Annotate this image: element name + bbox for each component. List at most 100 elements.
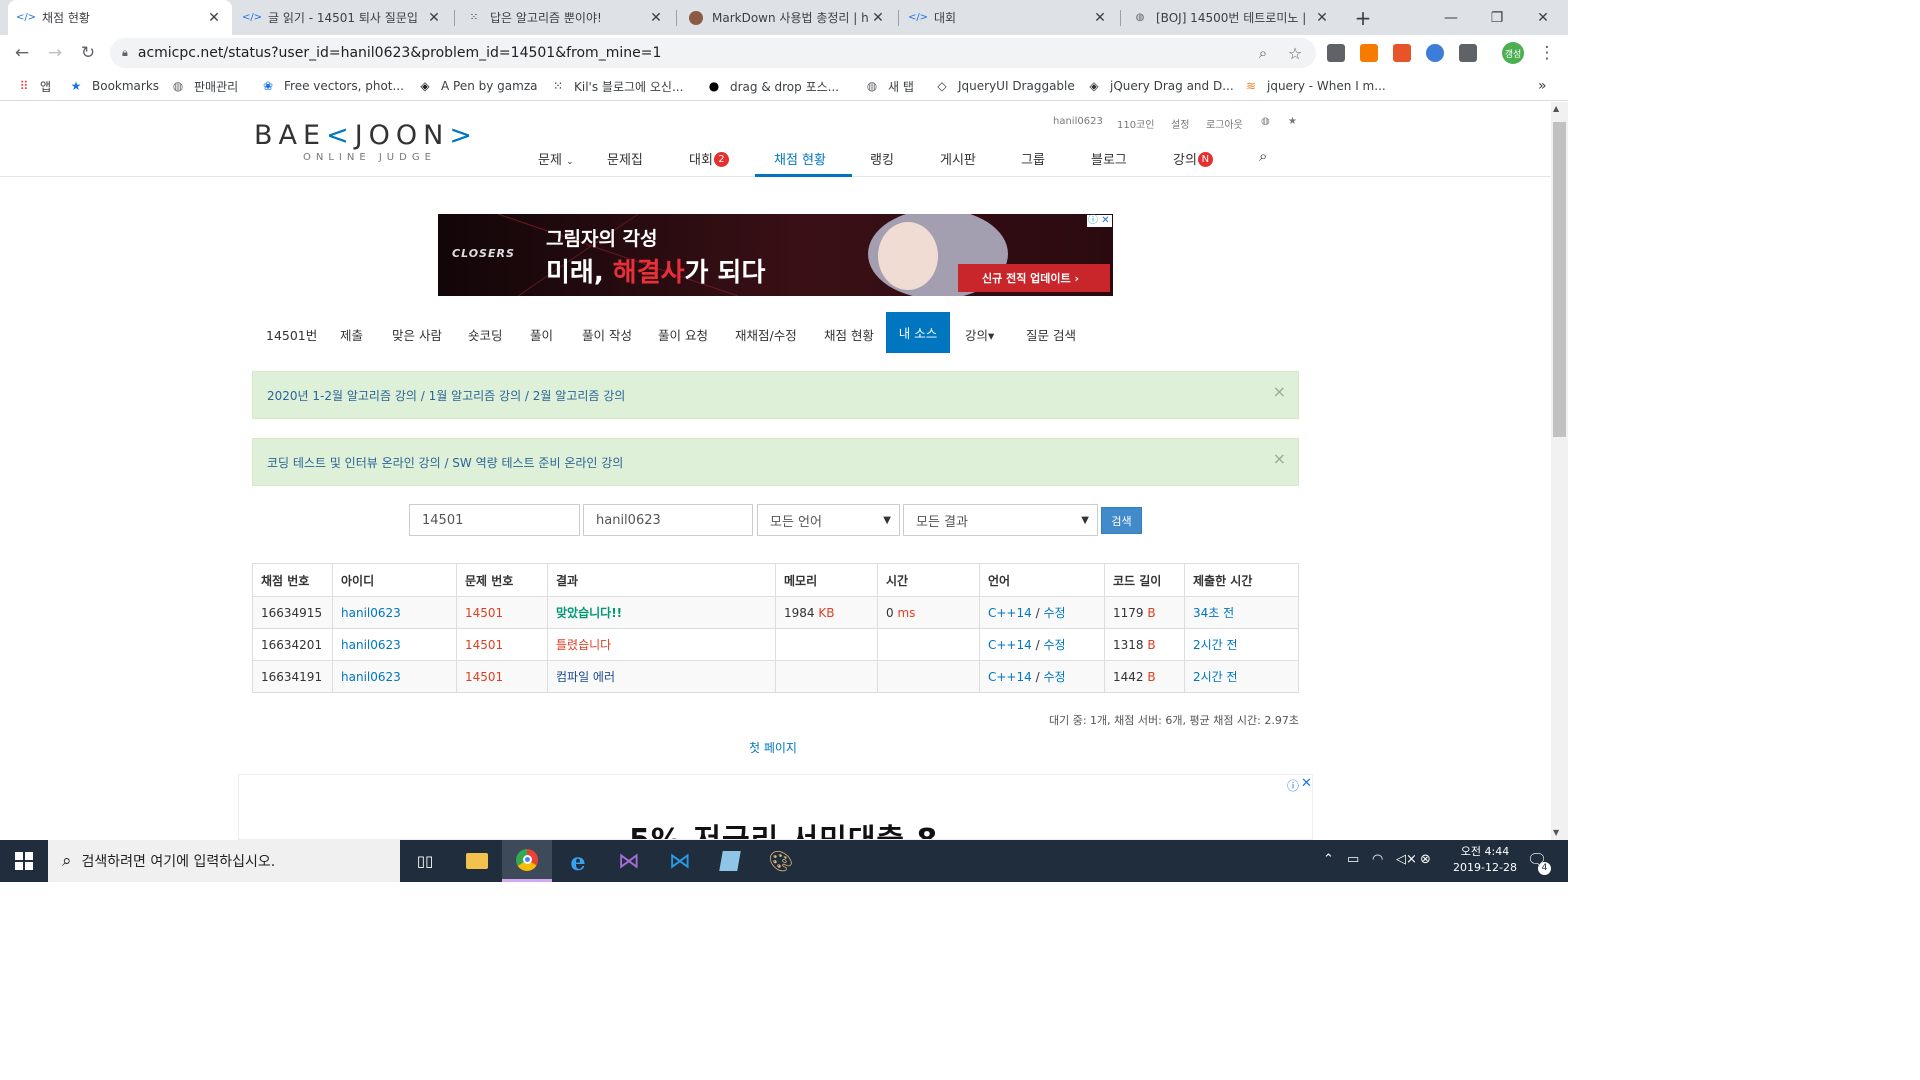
bookmark-dragdrop[interactable]: ● drag & drop 포스... — [706, 77, 839, 95]
logout-link[interactable]: 로그아웃 — [1206, 116, 1243, 131]
ime-icon[interactable]: ⊗ — [1420, 852, 1431, 867]
bookmark-jqueryui[interactable]: ◇ JqueryUI Draggable — [934, 77, 1074, 95]
edit-link[interactable]: 수정 — [1043, 606, 1065, 620]
menu-contest[interactable]: 대회 2 — [689, 149, 729, 168]
menu-problems[interactable]: 문제 ⌄ — [538, 149, 574, 168]
tab-question[interactable]: </> 글 읽기 - 14501 퇴사 질문입 ✕ — [234, 0, 452, 35]
ad-close-icon[interactable]: ✕ — [1099, 215, 1112, 227]
scrollbar-thumb[interactable] — [1553, 122, 1566, 437]
language-select[interactable]: 모든 언어 ▼ — [757, 504, 900, 536]
ad-close-icon[interactable]: ✕ — [1301, 776, 1312, 791]
bookmark-star-icon[interactable]: ☆ — [1283, 41, 1307, 65]
bookmark-freepik[interactable]: ❀ Free vectors, phot... — [260, 77, 404, 95]
subnav-write-solution[interactable]: 풀이 작성 — [582, 325, 632, 344]
alert-link[interactable]: 코딩 테스트 및 인터뷰 온라인 강의 / SW 역량 테스트 준비 온라인 강… — [267, 454, 623, 471]
menu-lecture[interactable]: 강의 N — [1173, 149, 1213, 168]
forward-icon[interactable]: → — [43, 41, 67, 65]
tray-chevron-icon[interactable]: ⌃ — [1323, 852, 1334, 867]
adchoices-icon[interactable]: ⓘ — [1287, 777, 1299, 794]
language-link[interactable]: C++14 — [988, 638, 1032, 652]
user-link[interactable]: hanil0623 — [341, 670, 401, 684]
edit-link[interactable]: 수정 — [1043, 670, 1065, 684]
scroll-down-icon[interactable]: ▼ — [1553, 828, 1559, 837]
task-view-icon[interactable]: ▯▯ — [400, 840, 450, 882]
menu-ranking[interactable]: 랭킹 — [870, 149, 894, 168]
first-page-link[interactable]: 첫 페이지 — [749, 739, 797, 756]
submitted-time-link[interactable]: 2시간 전 — [1193, 638, 1238, 652]
wifi-icon[interactable]: ◠ — [1372, 852, 1383, 867]
reload-icon[interactable]: ↻ — [76, 41, 100, 65]
tab-tetromino[interactable]: ◍ [BOJ] 14500번 테트로미노 | ✕ — [1122, 0, 1340, 35]
subnav-my-source[interactable]: 내 소스 — [886, 312, 950, 353]
bookmark-kil[interactable]: ⁙ Kil's 블로그에 오신... — [550, 77, 683, 95]
bookmark-apps[interactable]: ⠿ 앱 — [16, 77, 51, 95]
submitted-time-link[interactable]: 2시간 전 — [1193, 670, 1238, 684]
close-icon[interactable]: ✕ — [870, 10, 886, 26]
tab-algorithm[interactable]: ⁙ 답은 알고리즘 뿐이야! ✕ — [456, 0, 674, 35]
zoom-icon[interactable]: ⌕ — [1251, 41, 1275, 65]
search-icon[interactable]: ⌕ — [1259, 147, 1267, 165]
ad-banner[interactable]: CLOSERS 그림자의 각성 미래, 해결사가 되다 신규 전직 업데이트 ›… — [438, 214, 1113, 296]
more-bookmarks-button[interactable]: » — [1538, 77, 1547, 95]
close-icon[interactable]: ✕ — [206, 10, 222, 26]
menu-group[interactable]: 그룹 — [1021, 149, 1045, 168]
bookmark-codepen[interactable]: ◈ A Pen by gamza — [417, 77, 537, 95]
result-compile-error[interactable]: 컴파일 에러 — [556, 670, 615, 684]
menu-kebab-icon[interactable]: ⋮ — [1535, 41, 1559, 65]
address-bar[interactable]: 🔒︎ acmicpc.net/status?user_id=hanil0623&… — [110, 38, 1316, 68]
menu-status[interactable]: 채점 현황 — [774, 149, 826, 168]
volume-icon[interactable]: ◁× — [1396, 852, 1417, 867]
problem-link[interactable]: 14501 — [465, 606, 503, 620]
settings-link[interactable]: 설정 — [1171, 116, 1189, 131]
alert-link[interactable]: 2020년 1-2월 알고리즘 강의 / 1월 알고리즘 강의 / 2월 알고리… — [267, 387, 625, 404]
taskbar-search-box[interactable]: ⌕ 검색하려면 여기에 입력하십시오. — [48, 840, 400, 882]
close-icon[interactable]: ✕ — [426, 10, 442, 26]
scroll-up-icon[interactable]: ▲ — [1553, 104, 1559, 113]
subnav-question-search[interactable]: 질문 검색 — [1026, 325, 1076, 344]
visual-studio-icon[interactable]: ⋈ — [604, 840, 654, 882]
problem-link[interactable]: 14501 — [465, 638, 503, 652]
rss-icon[interactable] — [1360, 44, 1378, 62]
subnav-solvers[interactable]: 맞은 사람 — [392, 325, 442, 344]
user-link[interactable]: hanil0623 — [341, 606, 401, 620]
tab-contest[interactable]: </> 대회 ✕ — [900, 0, 1118, 35]
menu-board[interactable]: 게시판 — [940, 149, 976, 168]
language-globe-icon[interactable]: ◍ — [1261, 116, 1270, 127]
close-icon[interactable]: × — [1273, 449, 1286, 468]
bookmark-jquery-dnd[interactable]: ◈ jQuery Drag and D... — [1086, 77, 1233, 95]
coin-link[interactable]: 110코인 — [1117, 116, 1155, 131]
bookmark-bookmarks[interactable]: ★ Bookmarks — [68, 77, 159, 95]
result-select[interactable]: 모든 결과 ▼ — [903, 504, 1098, 536]
user-id-input[interactable]: hanil0623 — [583, 504, 753, 536]
restore-icon[interactable]: ❐ — [1474, 0, 1520, 35]
subnav-status[interactable]: 채점 현황 — [824, 325, 874, 344]
bookmark-stackoverflow[interactable]: ≋ jquery - When I m... — [1243, 77, 1386, 95]
menu-blog[interactable]: 블로그 — [1091, 149, 1127, 168]
tab-status[interactable]: </> 채점 현황 ✕ — [8, 0, 232, 35]
subnav-rejudge[interactable]: 재채점/수정 — [735, 325, 797, 344]
battery-icon[interactable]: ▭ — [1347, 852, 1359, 867]
close-icon[interactable]: ✕ — [1314, 10, 1330, 26]
site-logo[interactable]: BAE<JOON> — [254, 120, 478, 151]
tab-markdown[interactable]: MarkDown 사용법 총정리 | h ✕ — [678, 0, 896, 35]
internet-explorer-icon[interactable]: e — [553, 840, 603, 882]
notepad-icon[interactable] — [705, 840, 755, 882]
back-icon[interactable]: ← — [10, 41, 34, 65]
file-explorer-icon[interactable] — [452, 840, 502, 882]
close-icon[interactable]: ✕ — [1092, 10, 1108, 26]
close-icon[interactable]: ✕ — [648, 10, 664, 26]
menu-workbook[interactable]: 문제집 — [607, 149, 643, 168]
tampermonkey-icon[interactable] — [1426, 44, 1444, 62]
close-window-icon[interactable]: ✕ — [1520, 0, 1566, 35]
subnav-request-solution[interactable]: 풀이 요청 — [658, 325, 708, 344]
chrome-icon[interactable] — [502, 840, 552, 882]
edit-link[interactable]: 수정 — [1043, 638, 1065, 652]
minimize-icon[interactable]: — — [1428, 0, 1474, 35]
subnav-solution[interactable]: 풀이 — [530, 325, 553, 344]
language-link[interactable]: C++14 — [988, 606, 1032, 620]
subnav-problem[interactable]: 14501번 — [266, 325, 317, 344]
adchoices-icon[interactable]: ⓘ — [1087, 215, 1099, 227]
windows-start-icon[interactable] — [0, 840, 48, 882]
paint-icon[interactable]: 🎨︎ — [756, 840, 806, 882]
close-icon[interactable]: × — [1273, 382, 1286, 401]
